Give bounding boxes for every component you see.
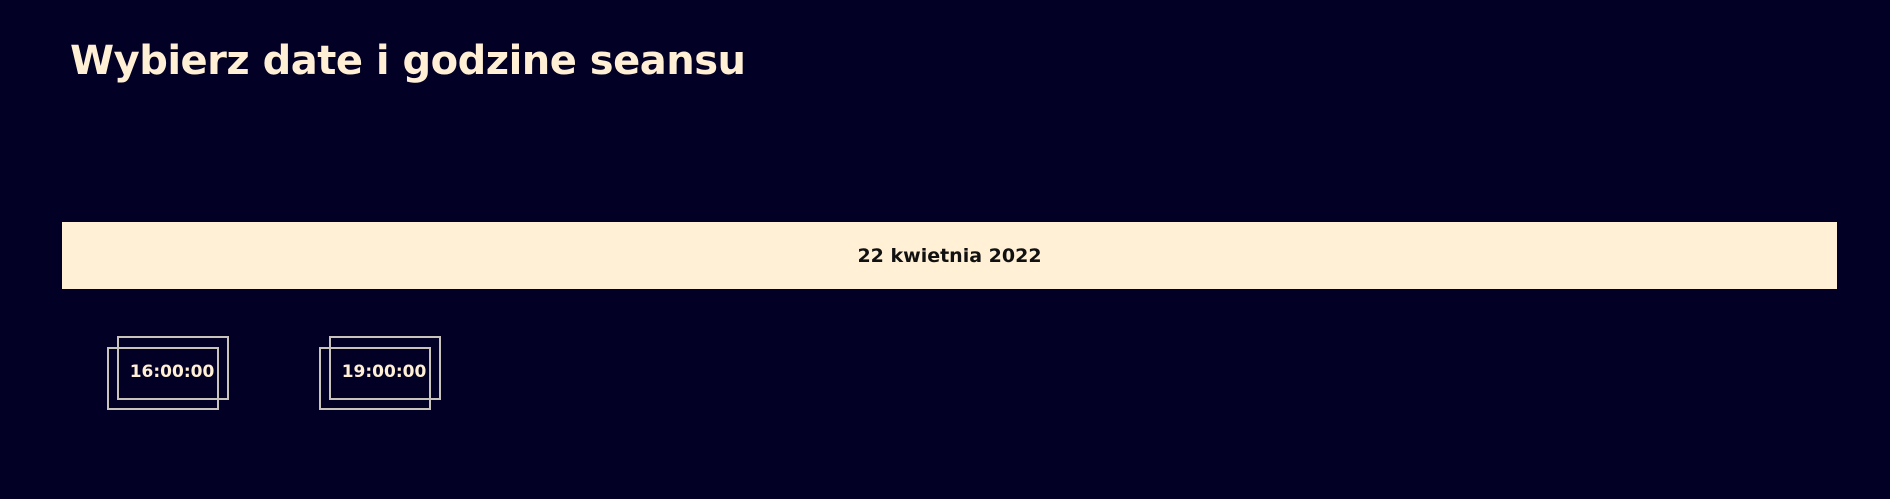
date-label: 22 kwietnia 2022 [857,244,1042,267]
showtime-label: 16:00:00 [129,362,215,382]
page-title: Wybierz date i godzine seansu [70,38,746,84]
showtime-button-1900[interactable]: 19:00:00 [319,336,441,410]
showtime-button-1600[interactable]: 16:00:00 [107,336,229,410]
date-header-2022-04-22[interactable]: 22 kwietnia 2022 [62,222,1837,289]
showtime-label: 19:00:00 [341,362,427,382]
